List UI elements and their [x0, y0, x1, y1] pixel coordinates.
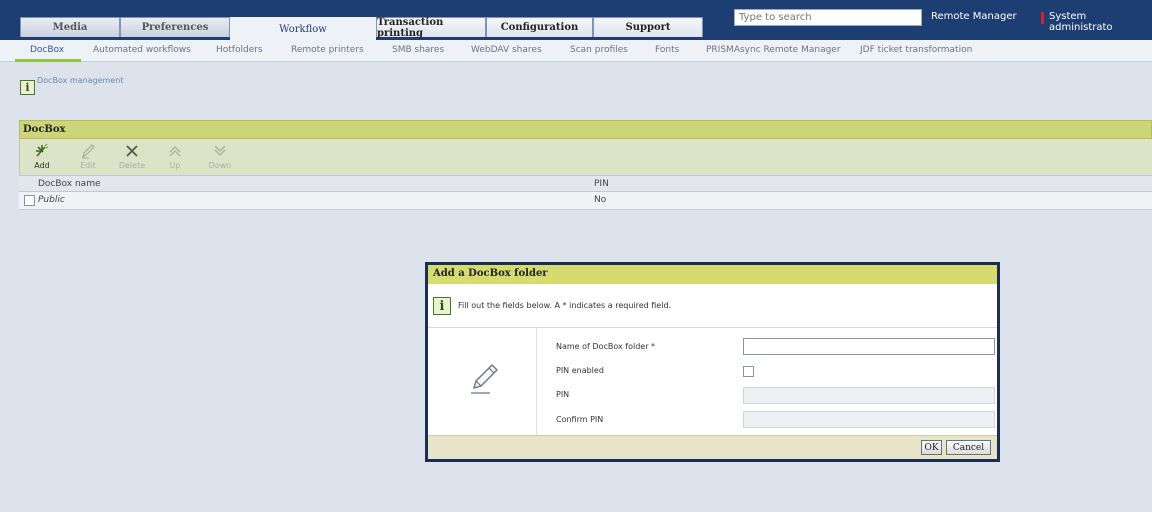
dialog-title: Add a DocBox folder [428, 265, 997, 284]
dialog-info-icon: i [433, 297, 451, 315]
subnav-hotfolders[interactable]: Hotfolders [216, 45, 263, 55]
cancel-button[interactable]: Cancel [946, 440, 991, 455]
add-button[interactable]: Add [27, 141, 57, 170]
table-header: DocBox name PIN [19, 175, 1152, 192]
add-icon [27, 141, 57, 160]
tab-preferences[interactable]: Preferences [120, 17, 230, 37]
docbox-name-cell: Public [38, 195, 65, 205]
subnav-prismasync-remote-manager[interactable]: PRISMAsync Remote Manager [706, 45, 841, 55]
column-docbox-name[interactable]: DocBox name [38, 179, 101, 189]
sub-nav: DocBox Automated workflows Hotfolders Re… [0, 40, 1152, 62]
tab-workflow[interactable]: Workflow [230, 17, 376, 40]
edit-label: Edit [80, 161, 96, 170]
confirm-pin-label: Confirm PIN [556, 415, 604, 424]
search-input[interactable] [734, 9, 922, 26]
tab-transaction-printing[interactable]: Transaction printing [376, 17, 486, 39]
down-label: Down [208, 161, 232, 170]
dialog-icon-area [428, 328, 537, 436]
tab-configuration[interactable]: Configuration [486, 17, 593, 37]
delete-icon [117, 141, 147, 160]
edit-icon [73, 141, 103, 160]
pin-input[interactable] [743, 387, 995, 404]
dialog-message-text: Fill out the fields below. A * indicates… [458, 301, 672, 310]
active-subnav-indicator [15, 59, 81, 62]
up-label: Up [169, 161, 181, 170]
column-pin[interactable]: PIN [594, 179, 609, 189]
info-icon: i [20, 80, 35, 95]
confirm-pin-input[interactable] [743, 411, 995, 428]
main-tabs: Media Preferences Workflow Transaction p… [20, 17, 703, 40]
down-button[interactable]: Down [205, 141, 235, 170]
add-label: Add [34, 161, 50, 170]
breadcrumb: DocBox management [37, 76, 124, 85]
up-icon [160, 141, 190, 160]
edit-button[interactable]: Edit [73, 141, 103, 170]
subnav-remote-printers[interactable]: Remote printers [291, 45, 364, 55]
up-button[interactable]: Up [160, 141, 190, 170]
pin-enabled-checkbox[interactable] [743, 366, 754, 377]
dialog-form: Name of DocBox folder * PIN enabled PIN … [428, 327, 997, 436]
add-docbox-folder-dialog: Add a DocBox folder i Fill out the field… [425, 262, 1000, 462]
dialog-footer: OK Cancel [428, 435, 997, 459]
subnav-scan-profiles[interactable]: Scan profiles [570, 45, 628, 55]
ok-button[interactable]: OK [921, 440, 942, 455]
pin-label: PIN [556, 390, 570, 399]
docbox-toolbar: Add Edit Delete Up Down [19, 139, 1152, 175]
remote-manager-link[interactable]: Remote Manager [931, 11, 1017, 22]
pin-cell: No [594, 195, 607, 205]
subnav-docbox[interactable]: DocBox [30, 45, 64, 55]
tab-support[interactable]: Support [593, 17, 703, 37]
panel-title: DocBox [19, 120, 1152, 139]
table-row[interactable]: Public No [19, 192, 1152, 210]
dialog-message: i Fill out the fields below. A * indicat… [433, 294, 993, 318]
subnav-jdf-ticket-transformation[interactable]: JDF ticket transformation [860, 45, 972, 55]
delete-button[interactable]: Delete [117, 141, 147, 170]
user-flag-icon [1041, 12, 1044, 24]
docbox-folder-name-input[interactable] [743, 338, 995, 355]
subnav-fonts[interactable]: Fonts [655, 45, 679, 55]
down-icon [205, 141, 235, 160]
subnav-webdav-shares[interactable]: WebDAV shares [471, 45, 542, 55]
subnav-automated-workflows[interactable]: Automated workflows [93, 45, 191, 55]
docbox-panel: DocBox Add Edit Delete Up Down DocBox na… [19, 120, 1152, 210]
user-menu[interactable]: System administrato [1049, 11, 1152, 33]
name-label: Name of DocBox folder * [556, 342, 656, 351]
pencil-icon [471, 364, 498, 394]
subnav-smb-shares[interactable]: SMB shares [392, 45, 444, 55]
row-checkbox[interactable] [24, 195, 35, 206]
delete-label: Delete [118, 161, 146, 170]
tab-media[interactable]: Media [20, 17, 120, 37]
pin-enabled-label: PIN enabled [556, 366, 604, 375]
